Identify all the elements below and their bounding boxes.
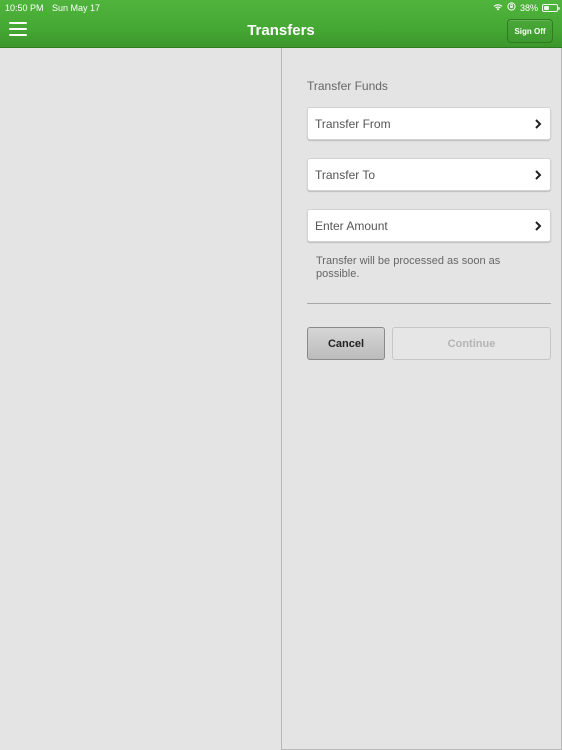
transfer-from-field[interactable]: Transfer From xyxy=(307,107,551,140)
left-pane xyxy=(0,49,281,750)
top-app-bar: 10:50 PM Sun May 17 38% Transfers Sign O… xyxy=(0,0,562,48)
sign-off-button[interactable]: Sign Off xyxy=(507,19,553,43)
cancel-button[interactable]: Cancel xyxy=(307,327,385,360)
divider xyxy=(307,303,551,304)
chevron-right-icon xyxy=(533,117,543,131)
status-date: Sun May 17 xyxy=(52,3,101,13)
field-label: Transfer To xyxy=(315,167,376,182)
transfer-to-field[interactable]: Transfer To xyxy=(307,158,551,191)
section-title: Transfer Funds xyxy=(307,79,388,93)
field-label: Transfer From xyxy=(315,116,391,131)
transfer-panel: Transfer Funds Transfer From Transfer To… xyxy=(281,48,562,750)
chevron-right-icon xyxy=(533,219,543,233)
status-bar: 10:50 PM Sun May 17 38% xyxy=(0,0,562,16)
status-time: 10:50 PM xyxy=(5,3,44,13)
field-label: Enter Amount xyxy=(315,218,388,233)
orientation-lock-icon xyxy=(507,2,516,13)
page-title: Transfers xyxy=(247,22,315,39)
processing-note: Transfer will be processed as soon as po… xyxy=(316,255,501,280)
battery-percent: 38% xyxy=(519,2,538,13)
battery-icon xyxy=(542,3,560,12)
enter-amount-field[interactable]: Enter Amount xyxy=(307,209,551,242)
chevron-right-icon xyxy=(533,168,543,182)
status-indicators: 38% xyxy=(493,2,560,13)
continue-button[interactable]: Continue xyxy=(392,327,551,360)
wifi-icon xyxy=(493,3,503,13)
